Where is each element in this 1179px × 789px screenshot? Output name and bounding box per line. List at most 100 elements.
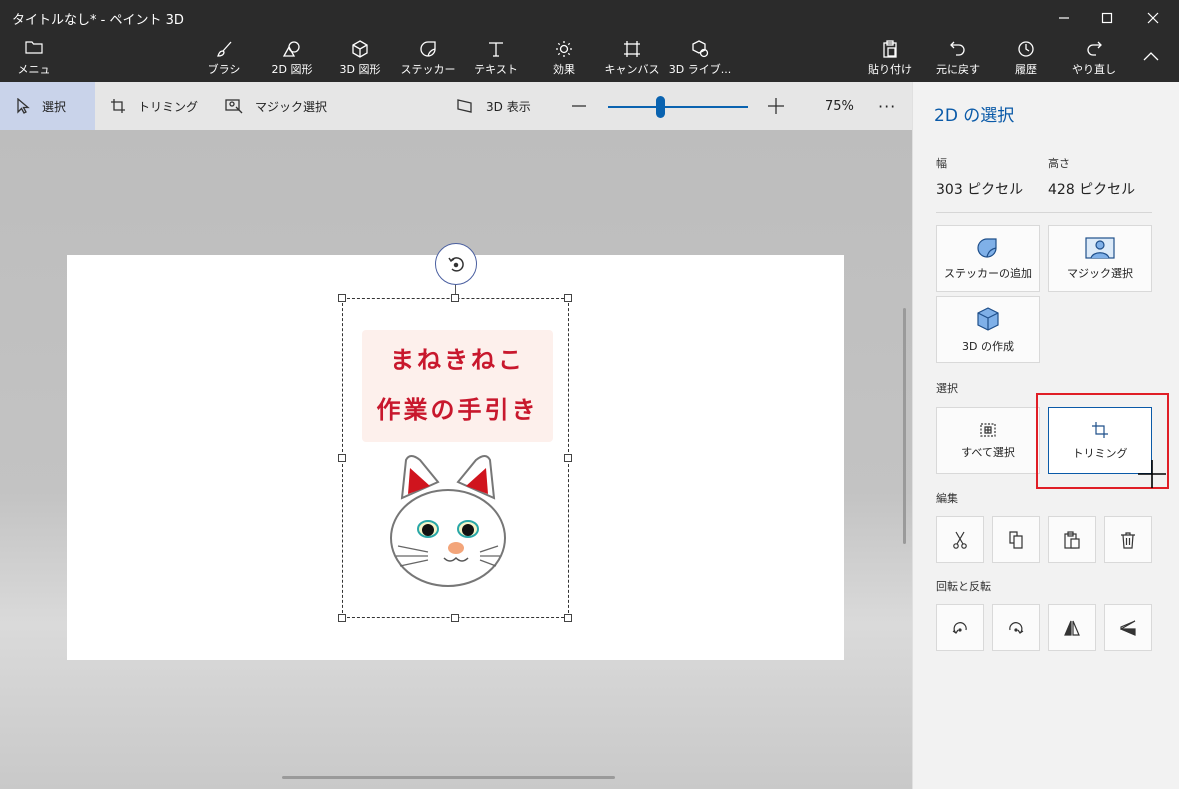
rotate-left-button[interactable] xyxy=(936,604,984,651)
height-label: 高さ xyxy=(1048,157,1070,170)
folder-icon xyxy=(25,41,43,54)
action-label: 貼り付け xyxy=(868,63,912,76)
history-button[interactable]: 履歴 xyxy=(994,40,1058,77)
resize-handle-right[interactable] xyxy=(564,454,572,462)
resize-handle-top[interactable] xyxy=(451,294,459,302)
chevron-up-icon xyxy=(1143,52,1159,61)
select-tool-button[interactable]: 選択 xyxy=(0,82,95,130)
paste-icon xyxy=(883,40,897,58)
resize-handle-bottom-right[interactable] xyxy=(564,614,572,622)
crop-icon xyxy=(111,99,125,113)
flip-vertical-button[interactable] xyxy=(1104,604,1152,651)
resize-handle-bottom-left[interactable] xyxy=(338,614,346,622)
3d-view-icon xyxy=(457,99,472,113)
section-rotate-label: 回転と反転 xyxy=(936,580,991,593)
tool-text[interactable]: テキスト xyxy=(464,40,528,77)
tool-label: ブラシ xyxy=(207,63,241,76)
zoom-in-button[interactable] xyxy=(767,82,797,130)
rotate-icon xyxy=(448,257,464,272)
height-value: 428 ピクセル xyxy=(1048,182,1136,198)
delete-button[interactable] xyxy=(1104,516,1152,563)
trash-icon xyxy=(1121,531,1135,549)
vertical-scrollbar[interactable] xyxy=(903,308,906,544)
tool-3d-shapes[interactable]: 3D 図形 xyxy=(328,40,392,77)
rotate-left-icon xyxy=(952,621,967,634)
effects-icon xyxy=(556,41,572,57)
panel-title: 2D の選択 xyxy=(934,106,1015,126)
redo-icon xyxy=(1087,41,1102,56)
2d-shapes-icon xyxy=(282,41,300,57)
tool-label: 2D 図形 xyxy=(271,63,313,76)
section-edit-label: 編集 xyxy=(936,492,958,505)
collapse-ribbon-button[interactable] xyxy=(1142,50,1160,65)
undo-button[interactable]: 元に戻す xyxy=(926,40,990,77)
minimize-button[interactable] xyxy=(1041,0,1087,36)
app-title: タイトルなし* - ペイント 3D xyxy=(12,13,184,28)
minimize-icon xyxy=(1059,17,1069,19)
resize-handle-left[interactable] xyxy=(338,454,346,462)
tool-canvas[interactable]: キャンバス xyxy=(600,40,664,77)
flip-horizontal-icon xyxy=(1064,620,1080,636)
select-all-button[interactable]: すべて選択 xyxy=(936,407,1040,474)
rotate-right-button[interactable] xyxy=(992,604,1040,651)
tool-brush[interactable]: ブラシ xyxy=(192,40,256,77)
tool-label: 効果 xyxy=(553,63,575,76)
zoom-slider-thumb[interactable] xyxy=(656,96,665,118)
resize-handle-top-left[interactable] xyxy=(338,294,346,302)
paste-button[interactable]: 貼り付け xyxy=(858,40,922,77)
tool-stickers[interactable]: ステッカー xyxy=(396,40,460,77)
rotate-right-icon xyxy=(1009,621,1024,634)
resize-handle-bottom[interactable] xyxy=(451,614,459,622)
text-icon xyxy=(489,42,503,57)
divider xyxy=(936,212,1152,213)
horizontal-scrollbar[interactable] xyxy=(282,776,615,779)
brush-icon xyxy=(217,41,232,57)
crop-tool-button[interactable]: トリミング xyxy=(110,82,198,130)
section-select-label: 選択 xyxy=(936,382,958,395)
minus-icon xyxy=(572,105,586,107)
action-label: 元に戻す xyxy=(936,63,980,76)
cursor-arrow-icon xyxy=(17,98,30,114)
view-3d-button[interactable]: 3D 表示 xyxy=(456,82,531,130)
tool-effects[interactable]: 効果 xyxy=(532,40,596,77)
3d-shapes-icon xyxy=(352,40,368,58)
more-options-button[interactable]: ··· xyxy=(878,82,896,130)
add-sticker-button[interactable]: ステッカーの追加 xyxy=(936,225,1040,292)
magic-select-label: マジック選択 xyxy=(1067,266,1133,280)
tool-label: キャンバス xyxy=(604,63,660,76)
crop-tool-label: トリミング xyxy=(138,99,199,114)
select-all-icon xyxy=(980,422,996,437)
top-bar: タイトルなし* - ペイント 3D メニュー ブラシ 2D 図形 3D 図形 ス… xyxy=(0,0,1179,92)
resize-handle-top-right[interactable] xyxy=(564,294,572,302)
crosshair-cursor-icon xyxy=(1138,460,1166,488)
zoom-out-button[interactable] xyxy=(571,82,599,130)
sub-toolbar: 選択 トリミング マジック選択 3D 表示 75% ··· xyxy=(0,82,912,212)
sticker-icon xyxy=(977,237,997,258)
make-3d-button[interactable]: 3D の作成 xyxy=(936,296,1040,363)
selection-box[interactable] xyxy=(342,298,569,618)
scissors-icon xyxy=(953,531,967,549)
tool-3d-library[interactable]: 3D ライブ... xyxy=(668,40,732,77)
3d-library-icon xyxy=(692,40,709,58)
make-3d-label: 3D の作成 xyxy=(962,339,1014,353)
rotate-handle[interactable] xyxy=(435,243,477,285)
zoom-slider-track[interactable] xyxy=(608,106,748,108)
magic-select-button[interactable]: マジック選択 xyxy=(1048,225,1152,292)
undo-icon xyxy=(950,41,965,56)
cut-button[interactable] xyxy=(936,516,984,563)
title-bar: タイトルなし* - ペイント 3D xyxy=(0,0,1179,36)
zoom-value: 75% xyxy=(825,98,854,114)
magic-select-tool-button[interactable]: マジック選択 xyxy=(225,82,327,130)
close-button[interactable] xyxy=(1130,0,1176,36)
magic-select-tool-label: マジック選択 xyxy=(255,99,328,114)
select-all-label: すべて選択 xyxy=(961,445,1015,459)
tool-2d-shapes[interactable]: 2D 図形 xyxy=(260,40,324,77)
paste-icon xyxy=(1064,530,1080,549)
flip-horizontal-button[interactable] xyxy=(1048,604,1096,651)
paste-button[interactable] xyxy=(1048,516,1096,563)
copy-button[interactable] xyxy=(992,516,1040,563)
redo-button[interactable]: やり直し xyxy=(1062,40,1126,77)
maximize-button[interactable] xyxy=(1084,0,1130,36)
history-icon xyxy=(1018,41,1034,57)
width-label: 幅 xyxy=(936,157,947,170)
